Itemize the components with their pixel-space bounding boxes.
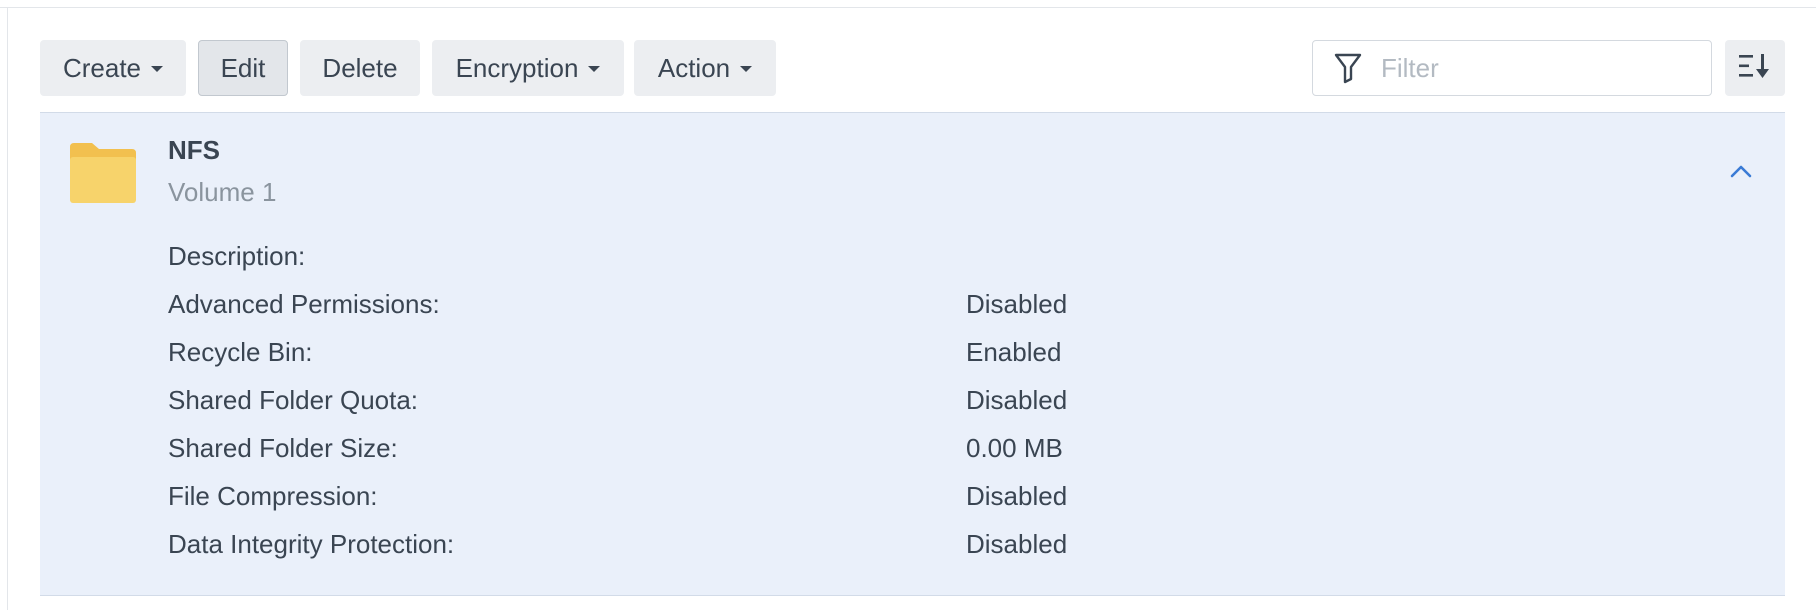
edit-button[interactable]: Edit <box>198 40 288 96</box>
top-divider <box>0 7 1816 8</box>
property-row-shared-folder-size: Shared Folder Size: 0.00 MB <box>168 433 1668 481</box>
delete-button[interactable]: Delete <box>300 40 420 96</box>
chevron-up-icon <box>1730 164 1752 183</box>
property-label: Data Integrity Protection: <box>168 529 455 559</box>
sort-button[interactable] <box>1725 40 1785 96</box>
property-value: Disabled <box>966 529 1068 559</box>
toolbar: Create Edit Delete Encryption Action <box>40 40 1785 96</box>
property-label: Advanced Permissions: <box>168 289 440 319</box>
property-row-data-integrity-protection: Data Integrity Protection: Disabled <box>168 529 1668 577</box>
left-divider <box>7 7 8 610</box>
property-row-advanced-permissions: Advanced Permissions: Disabled <box>168 289 1668 337</box>
action-button-label: Action <box>657 52 731 83</box>
create-dropdown-caret-icon <box>151 66 164 72</box>
create-button-label: Create <box>62 52 142 83</box>
property-value: Disabled <box>966 481 1068 511</box>
delete-button-label: Delete <box>322 52 398 83</box>
encryption-dropdown-caret-icon <box>588 66 601 72</box>
shared-folder-page: Create Edit Delete Encryption Action Fil… <box>0 0 1816 610</box>
folder-name: NFS <box>168 135 220 165</box>
property-value: Disabled <box>966 289 1068 319</box>
property-row-file-compression: File Compression: Disabled <box>168 481 1668 529</box>
folder-properties: Description: Advanced Permissions: Disab… <box>168 241 1668 577</box>
action-dropdown-caret-icon <box>740 66 753 72</box>
filter-field[interactable] <box>1312 40 1712 96</box>
encryption-button-label: Encryption <box>455 52 579 83</box>
create-button[interactable]: Create <box>40 40 186 96</box>
edit-button-label: Edit <box>220 52 266 83</box>
filter-icon <box>1333 51 1363 85</box>
property-row-recycle-bin: Recycle Bin: Enabled <box>168 337 1668 385</box>
property-label: Description: <box>168 241 306 271</box>
property-label: Shared Folder Size: <box>168 433 398 463</box>
action-button[interactable]: Action <box>634 40 776 96</box>
sort-icon <box>1738 52 1772 85</box>
collapse-button[interactable] <box>1726 158 1756 188</box>
shared-folder-item[interactable]: NFS Volume 1 Description: Advanced Permi… <box>40 112 1785 596</box>
property-row-description: Description: <box>168 241 1668 289</box>
property-value: Disabled <box>966 385 1068 415</box>
filter-input[interactable] <box>1379 51 1683 85</box>
property-row-shared-folder-quota: Shared Folder Quota: Disabled <box>168 385 1668 433</box>
property-label: Recycle Bin: <box>168 337 313 367</box>
property-value: 0.00 MB <box>966 433 1063 463</box>
property-label: File Compression: <box>168 481 378 511</box>
folder-volume: Volume 1 <box>168 177 277 207</box>
property-value: Enabled <box>966 337 1062 367</box>
encryption-button[interactable]: Encryption <box>432 40 624 96</box>
folder-icon <box>70 143 136 203</box>
property-label: Shared Folder Quota: <box>168 385 419 415</box>
